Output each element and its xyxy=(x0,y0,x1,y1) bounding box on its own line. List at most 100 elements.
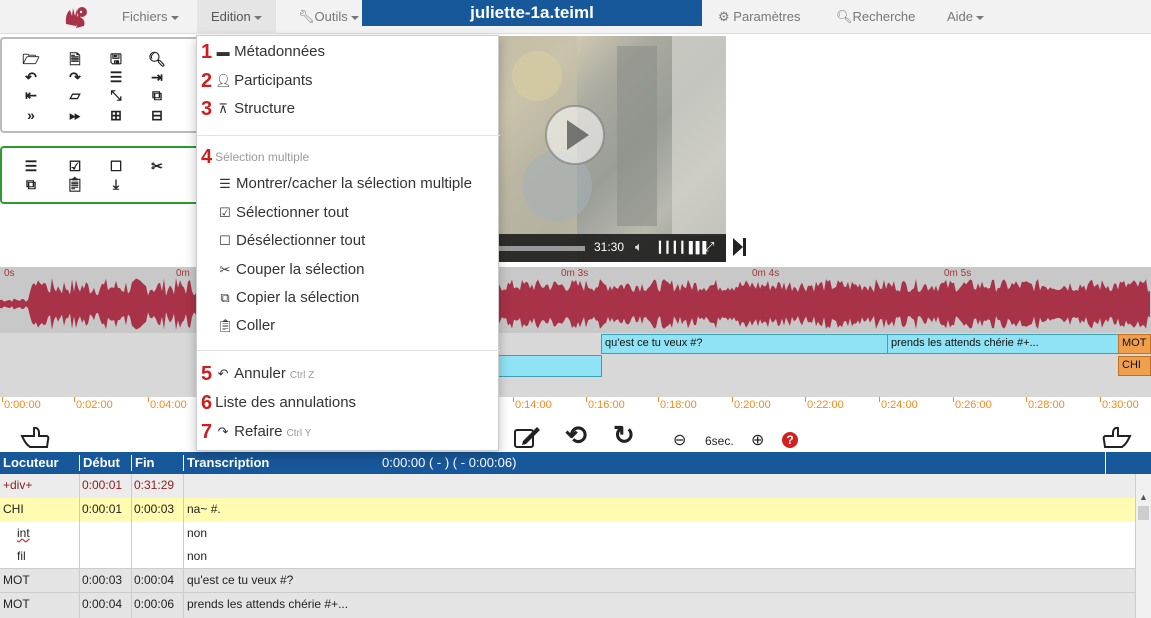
column-divider xyxy=(131,474,132,618)
cell-transcription[interactable]: non xyxy=(187,549,207,563)
copy-icon[interactable]: ⧉ xyxy=(148,87,166,103)
open-folder-icon[interactable]: 🗁 xyxy=(22,51,40,67)
plus-square-icon[interactable]: ⊞ xyxy=(107,107,125,123)
indent-icon[interactable]: ⇥ xyxy=(148,69,166,85)
table-row[interactable]: +div+ 0:00:01 0:31:29 xyxy=(0,474,1135,498)
segment-block[interactable]: prends les attends chérie #+... xyxy=(887,334,1119,354)
menu-edition[interactable]: Edition xyxy=(197,0,276,34)
table-row[interactable]: CHI 0:00:01 0:00:03 na~ #. xyxy=(0,498,1135,522)
cell-fin: 0:00:04 xyxy=(134,573,175,587)
app-logo-icon[interactable] xyxy=(62,4,90,30)
menu-parametres[interactable]: ⚙︎ Paramètres xyxy=(718,9,800,25)
menu-item-cut-selection[interactable]: ✂ Couper la sélection xyxy=(217,261,365,278)
fast-forward-icon[interactable]: ⏩︎ xyxy=(66,107,84,123)
segment-block[interactable]: qu'est ce tu veux #? xyxy=(601,334,888,354)
menu-item-copy-selection[interactable]: ⧉ Copier la sélection xyxy=(217,289,359,306)
cell-debut: 0:00:04 xyxy=(82,597,123,611)
timeline-tick-mark xyxy=(1026,397,1027,402)
edit-icon[interactable] xyxy=(513,425,541,449)
user-icon: 👤︎ xyxy=(215,73,232,88)
minus-square-icon[interactable]: ⊟ xyxy=(148,107,166,123)
audio-file-icon[interactable]: 🗎 xyxy=(66,51,84,67)
menu-item-deselect-all[interactable]: ☐ Désélectionner tout xyxy=(217,232,365,249)
menu-item-redo[interactable]: 7 ↷ Refaire Ctrl Y xyxy=(201,421,311,444)
file-title: juliette-1a.teiml xyxy=(362,0,702,26)
table-scrollbar[interactable]: ▲ xyxy=(1135,474,1151,618)
hand-point-left-icon[interactable] xyxy=(20,424,50,450)
undo-icon[interactable]: ↶ xyxy=(22,69,40,85)
step-forward-icon[interactable] xyxy=(732,236,748,258)
refresh-icon[interactable]: ⟲ xyxy=(565,420,587,451)
angle-double-right-icon[interactable]: » xyxy=(22,107,40,123)
zoom-in-icon[interactable]: ⊕ xyxy=(751,430,764,450)
timeline-tick-mark xyxy=(805,397,806,402)
col-locuteur[interactable]: Locuteur xyxy=(0,455,59,471)
scroll-up-icon[interactable]: ▲ xyxy=(1139,492,1148,502)
menu-aide[interactable]: Aide xyxy=(947,9,985,24)
menu-recherche[interactable]: 🔍︎Recherche xyxy=(836,9,915,25)
cell-fin: 0:00:06 xyxy=(134,597,175,611)
square-icon: ☐ xyxy=(219,233,231,248)
outdent-icon[interactable]: ⇤ xyxy=(22,87,40,103)
table-row[interactable]: int non xyxy=(0,522,1135,545)
play-button-icon[interactable] xyxy=(544,104,606,166)
col-debut[interactable]: Début xyxy=(79,455,120,471)
cell-fin: 0:31:29 xyxy=(134,478,175,492)
zoom-level: 6sec. xyxy=(705,434,734,448)
menu-item-select-all[interactable]: ☑ Sélectionner tout xyxy=(217,204,348,221)
scroll-thumb[interactable] xyxy=(1138,506,1149,520)
video-player[interactable]: 31:30 🔈︎ ▎▎▎▎▌▌▌ ⤢ xyxy=(497,36,726,262)
timeline-tick-label: 0:14:00 xyxy=(515,399,552,411)
menu-item-undo-list[interactable]: 6 Liste des annulations xyxy=(201,392,356,415)
video-progress[interactable] xyxy=(497,246,585,251)
table-row[interactable]: fil non xyxy=(0,545,1135,568)
cell-transcription[interactable]: non xyxy=(187,526,207,540)
segment-block[interactable]: CHI xyxy=(1118,356,1151,376)
scissors-icon[interactable]: ✂ xyxy=(148,158,166,174)
cell-locuteur: fil xyxy=(17,549,26,563)
menu-item-metadonnees[interactable]: 1 ▬ Métadonnées xyxy=(201,41,325,64)
hand-point-right-icon[interactable] xyxy=(1102,424,1132,450)
cell-transcription[interactable]: prends les attends chérie #+... xyxy=(187,597,348,611)
download-icon[interactable]: ⤓ xyxy=(107,176,125,192)
menu-item-paste[interactable]: 📋︎ Coller xyxy=(217,317,275,334)
zoom-out-icon[interactable]: ⊖ xyxy=(673,430,686,450)
square-icon[interactable]: ☐ xyxy=(107,158,125,174)
menu-item-toggle-multi-selection[interactable]: ☰ Montrer/cacher la sélection multiple xyxy=(217,175,472,192)
search-icon: 🔍︎ xyxy=(836,9,853,24)
list-icon[interactable]: ☰ xyxy=(22,158,40,174)
waveform[interactable] xyxy=(0,278,1151,330)
cell-debut: 0:00:01 xyxy=(82,478,123,492)
timeline-tick-mark xyxy=(1100,397,1101,402)
table-row[interactable]: MOT 0:00:03 0:00:04 qu'est ce tu veux #? xyxy=(0,568,1135,592)
timeline-tick-label: 0:04:00 xyxy=(150,399,187,411)
menu-item-structure[interactable]: 3 ⊼ Structure xyxy=(201,98,295,121)
redo-icon[interactable]: ↷ xyxy=(66,69,84,85)
save-icon[interactable]: 🖫 xyxy=(107,51,125,67)
volume-icon[interactable]: 🔈︎ xyxy=(635,239,643,255)
menu-item-undo[interactable]: 5 ↶ Annuler Ctrl Z xyxy=(201,363,314,386)
menu-fichiers[interactable]: Fichiers xyxy=(122,9,179,24)
paste-icon[interactable]: 📋︎ xyxy=(66,176,84,192)
copy-icon[interactable]: ⧉ xyxy=(22,176,40,192)
cell-transcription[interactable]: na~ #. xyxy=(187,502,221,516)
compress-icon[interactable]: ⤡ xyxy=(107,87,125,103)
col-transcription[interactable]: Transcription xyxy=(183,455,269,471)
menu-item-participants[interactable]: 2 👤︎ Participants xyxy=(201,70,313,93)
chevron-down-icon xyxy=(253,15,262,20)
cell-transcription[interactable]: qu'est ce tu veux #? xyxy=(187,573,293,587)
search-icon[interactable]: 🔍︎ xyxy=(148,51,166,67)
fullscreen-icon[interactable]: ⤢ xyxy=(704,239,714,255)
segment-block[interactable]: MOT xyxy=(1118,334,1151,354)
eraser-icon[interactable]: ▱ xyxy=(66,87,84,103)
list-icon[interactable]: ☰ xyxy=(107,69,125,85)
volume-bars[interactable]: ▎▎▎▎▌▌▌ xyxy=(659,241,710,254)
table-row[interactable]: MOT 0:00:04 0:00:06 prends les attends c… xyxy=(0,592,1135,618)
chevron-down-icon xyxy=(350,15,359,20)
redo-icon[interactable]: ↻ xyxy=(613,420,635,451)
video-frame xyxy=(497,36,726,262)
check-square-icon[interactable]: ☑ xyxy=(66,158,84,174)
menu-outils[interactable]: 🔧︎Outils xyxy=(298,9,359,25)
help-icon[interactable]: ? xyxy=(782,432,798,448)
col-fin[interactable]: Fin xyxy=(131,455,155,471)
